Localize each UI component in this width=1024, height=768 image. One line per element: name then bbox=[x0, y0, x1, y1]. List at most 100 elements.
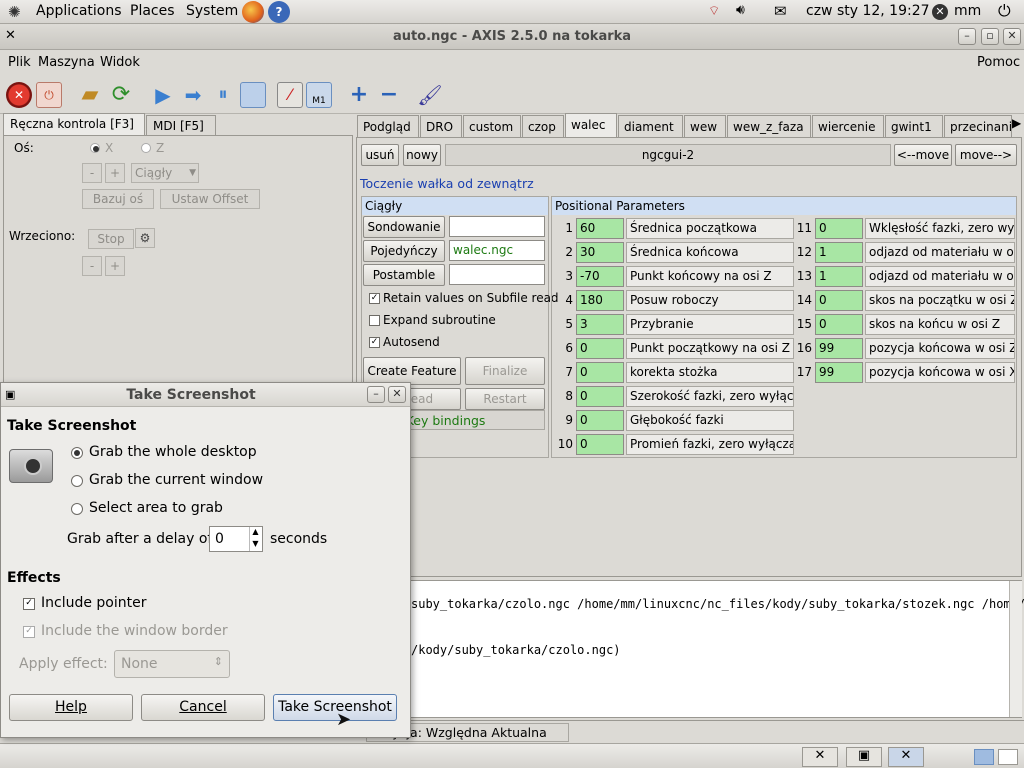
power-icon[interactable]: ⏻ bbox=[998, 1, 1011, 21]
remove-button[interactable]: usuń bbox=[361, 144, 399, 166]
workspace-1[interactable] bbox=[974, 749, 994, 765]
tab-przecinanie[interactable]: przecinani bbox=[944, 115, 1012, 137]
tab-diament[interactable]: diament bbox=[618, 115, 683, 137]
open-file-icon[interactable]: ▰ bbox=[77, 82, 103, 108]
left-param-value[interactable]: -70 bbox=[576, 266, 624, 287]
set-offset-button[interactable]: Ustaw Offset bbox=[160, 189, 260, 209]
brake-toggle-icon[interactable]: ⚙ bbox=[135, 228, 155, 248]
left-param-value[interactable]: 0 bbox=[576, 386, 624, 407]
zoom-in-icon[interactable]: + bbox=[346, 82, 372, 108]
tab-podglad[interactable]: Podgląd bbox=[357, 115, 419, 137]
dialog-minimize-button[interactable]: – bbox=[367, 386, 385, 403]
expand-checkbox[interactable] bbox=[369, 315, 380, 326]
jog-mode-select[interactable]: Ciągły ▼ bbox=[131, 163, 199, 183]
help-icon[interactable]: ? bbox=[268, 1, 290, 23]
clear-plot-icon[interactable]: 🖌︎ bbox=[417, 82, 443, 108]
left-param-value[interactable]: 30 bbox=[576, 242, 624, 263]
menu-pomoc[interactable]: Pomoc bbox=[977, 55, 1020, 70]
tab-scroll-right-icon[interactable]: ▶ bbox=[1012, 116, 1021, 130]
help-button[interactable]: Help bbox=[9, 694, 133, 721]
move-right-button[interactable]: move--> bbox=[955, 144, 1017, 166]
finalize-button[interactable]: Finalize bbox=[465, 357, 545, 385]
minimize-button[interactable]: – bbox=[958, 28, 976, 45]
jog-plus-button[interactable]: + bbox=[105, 163, 125, 183]
system-menu[interactable]: System bbox=[186, 3, 238, 19]
clock[interactable]: czw sty 12, 19:27 bbox=[806, 3, 930, 19]
run-icon[interactable]: ▶ bbox=[150, 82, 176, 108]
estop-icon[interactable]: ✕ bbox=[6, 82, 32, 108]
tab-mdi[interactable]: MDI [F5] bbox=[146, 115, 216, 136]
volume-icon[interactable]: 🔊︎ bbox=[736, 2, 745, 18]
left-param-value[interactable]: 0 bbox=[576, 434, 624, 455]
include-pointer-checkbox[interactable]: ✓ bbox=[23, 598, 35, 610]
right-param-value[interactable]: 0 bbox=[815, 290, 863, 311]
spindle-stop-button[interactable]: Stop bbox=[88, 229, 134, 249]
gnome-foot-icon[interactable]: ✺ bbox=[8, 3, 21, 21]
pojedynczy-button[interactable]: Pojedyńczy bbox=[363, 240, 445, 262]
network-icon[interactable]: ⌔ bbox=[708, 3, 720, 19]
create-feature-button[interactable]: Create Feature bbox=[363, 357, 461, 385]
workspace-2[interactable] bbox=[998, 749, 1018, 765]
take-screenshot-button[interactable]: Take Screenshot bbox=[273, 694, 397, 721]
sondowanie-entry[interactable] bbox=[449, 216, 545, 237]
right-param-value[interactable]: 0 bbox=[815, 314, 863, 335]
effect-combobox[interactable]: None ⇕ bbox=[114, 650, 230, 678]
grab-area-radio[interactable] bbox=[71, 503, 83, 515]
left-param-value[interactable]: 0 bbox=[576, 410, 624, 431]
grab-window-radio[interactable] bbox=[71, 475, 83, 487]
right-param-value[interactable]: 0 bbox=[815, 218, 863, 239]
optional-block-icon[interactable]: ⁄ bbox=[277, 82, 303, 108]
gcode-output[interactable]: suby_tokarka/czolo.ngc /home/mm/linuxcnc… bbox=[356, 580, 1024, 718]
include-border-checkbox[interactable]: ✓ bbox=[23, 626, 35, 638]
restart-button[interactable]: Restart bbox=[465, 388, 545, 410]
optional-stop-icon[interactable]: M1 bbox=[306, 82, 332, 108]
sondowanie-button[interactable]: Sondowanie bbox=[363, 216, 445, 238]
pause-icon[interactable]: ⏸ bbox=[210, 82, 236, 108]
cancel-button[interactable]: Cancel bbox=[141, 694, 265, 721]
applications-menu[interactable]: Applications bbox=[36, 3, 122, 19]
zoom-out-icon[interactable]: − bbox=[376, 82, 402, 108]
tab-custom[interactable]: custom bbox=[463, 115, 521, 137]
spin-up-icon[interactable]: ▲ bbox=[249, 527, 261, 539]
firefox-icon[interactable] bbox=[242, 1, 264, 23]
right-param-value[interactable]: 1 bbox=[815, 266, 863, 287]
grab-desktop-radio[interactable] bbox=[71, 447, 83, 459]
step-icon[interactable]: ➡ bbox=[180, 82, 206, 108]
new-button[interactable]: nowy bbox=[403, 144, 441, 166]
tab-wiercenie[interactable]: wiercenie bbox=[812, 115, 884, 137]
maximize-button[interactable]: ▫ bbox=[981, 28, 999, 45]
spindle-minus-button[interactable]: - bbox=[82, 256, 102, 276]
axis-task-icon[interactable]: ✕ bbox=[888, 747, 924, 767]
tab-wew[interactable]: wew bbox=[684, 115, 726, 137]
home-axis-button[interactable]: Bazuj oś bbox=[82, 189, 154, 209]
retain-checkbox[interactable]: ✓ bbox=[369, 293, 380, 304]
tab-walec[interactable]: walec bbox=[565, 113, 617, 138]
output-scrollbar[interactable] bbox=[1009, 581, 1022, 717]
postamble-button[interactable]: Postamble bbox=[363, 264, 445, 286]
right-param-value[interactable]: 1 bbox=[815, 242, 863, 263]
tab-wew-z-faza[interactable]: wew_z_faza bbox=[727, 115, 811, 137]
axis-x-radio[interactable] bbox=[90, 143, 100, 153]
user-name[interactable]: mm bbox=[954, 3, 981, 19]
machine-power-icon[interactable]: ⏻ bbox=[36, 82, 62, 108]
left-param-value[interactable]: 60 bbox=[576, 218, 624, 239]
close-button[interactable]: ✕ bbox=[1003, 28, 1021, 45]
left-param-value[interactable]: 3 bbox=[576, 314, 624, 335]
menu-plik[interactable]: Plik bbox=[8, 55, 31, 70]
pojedynczy-entry[interactable]: walec.ngc bbox=[449, 240, 545, 261]
right-param-value[interactable]: 99 bbox=[815, 362, 863, 383]
menu-widok[interactable]: Widok bbox=[100, 55, 140, 70]
menu-maszyna[interactable]: Maszyna bbox=[38, 55, 95, 70]
autosend-checkbox[interactable]: ✓ bbox=[369, 337, 380, 348]
left-param-value[interactable]: 180 bbox=[576, 290, 624, 311]
show-desktop-icon[interactable]: ✕ bbox=[802, 747, 838, 767]
mail-icon[interactable]: ✉ bbox=[774, 2, 787, 20]
tab-gwint1[interactable]: gwint1 bbox=[885, 115, 943, 137]
screenshot-task-icon[interactable]: ▣ bbox=[846, 747, 882, 767]
spindle-plus-button[interactable]: + bbox=[105, 256, 125, 276]
left-param-value[interactable]: 0 bbox=[576, 362, 624, 383]
jog-minus-button[interactable]: - bbox=[82, 163, 102, 183]
stop-icon[interactable] bbox=[240, 82, 266, 108]
tab-manual-control[interactable]: Ręczna kontrola [F3] bbox=[3, 113, 145, 136]
move-left-button[interactable]: <--move bbox=[894, 144, 952, 166]
